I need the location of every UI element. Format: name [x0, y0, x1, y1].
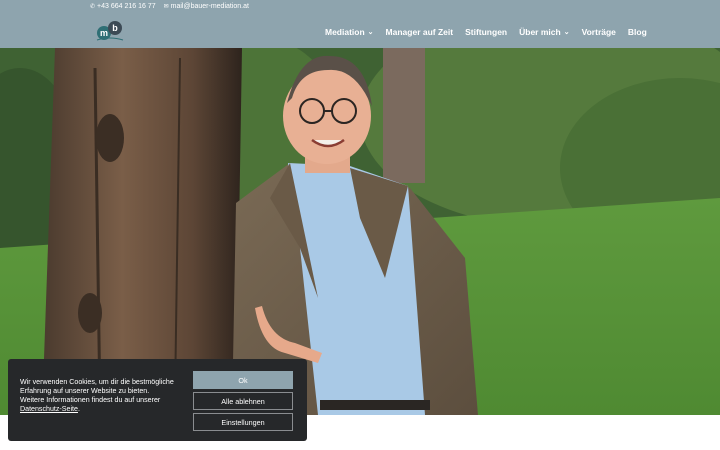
site-logo[interactable]: m b [95, 19, 125, 43]
nav-label: Blog [627, 27, 647, 37]
svg-text:m: m [100, 28, 108, 38]
contact-bar: ✆ +43 664 216 16 77 ✉ mail@bauer-mediati… [90, 3, 249, 10]
phone-number: +43 664 216 16 77 [97, 3, 156, 10]
email-link[interactable]: ✉ mail@bauer-mediation.at [164, 3, 249, 10]
chevron-down-icon: ⌄ [367, 29, 374, 36]
nav-label: Vorträge [581, 27, 616, 37]
mail-icon: ✉ [163, 4, 169, 10]
nav-item-mediation[interactable]: Mediation ⌄ [325, 27, 374, 37]
cookie-message: Wir verwenden Cookies, um dir die bestmö… [20, 378, 180, 414]
nav-label: Stiftungen [465, 27, 508, 37]
site-header: ✆ +43 664 216 16 77 ✉ mail@bauer-mediati… [0, 0, 720, 48]
nav-label: Mediation [325, 27, 365, 37]
main-nav: Mediation ⌄ Manager auf Zeit Stiftungen … [325, 27, 647, 37]
nav-item-vortraege[interactable]: Vorträge [582, 27, 616, 37]
nav-item-ueber-mich[interactable]: Über mich ⌄ [519, 27, 569, 37]
chevron-down-icon: ⌄ [563, 29, 570, 36]
phone-link[interactable]: ✆ +43 664 216 16 77 [90, 3, 156, 10]
phone-icon: ✆ [90, 4, 96, 10]
cookie-ok-button[interactable]: Ok [193, 371, 293, 389]
svg-text:b: b [112, 23, 118, 33]
cookie-banner: Wir verwenden Cookies, um dir die bestmö… [8, 359, 307, 441]
cookie-text-line1: Wir verwenden Cookies, um dir die bestmö… [20, 378, 174, 395]
cookie-deny-all-button[interactable]: Alle ablehnen [193, 392, 293, 410]
email-address: mail@bauer-mediation.at [170, 3, 249, 10]
nav-item-stiftungen[interactable]: Stiftungen [465, 27, 507, 37]
nav-label: Manager auf Zeit [385, 27, 454, 37]
nav-item-manager-auf-zeit[interactable]: Manager auf Zeit [386, 27, 454, 37]
cookie-link-suffix: . [77, 404, 80, 413]
nav-item-blog[interactable]: Blog [628, 27, 647, 37]
nav-label: Über mich [519, 27, 561, 37]
privacy-link[interactable]: Datenschutz-Seite [20, 405, 78, 413]
cookie-text-line2: Weitere Informationen findest du auf uns… [20, 395, 161, 404]
cookie-settings-button[interactable]: Einstellungen [193, 413, 293, 431]
